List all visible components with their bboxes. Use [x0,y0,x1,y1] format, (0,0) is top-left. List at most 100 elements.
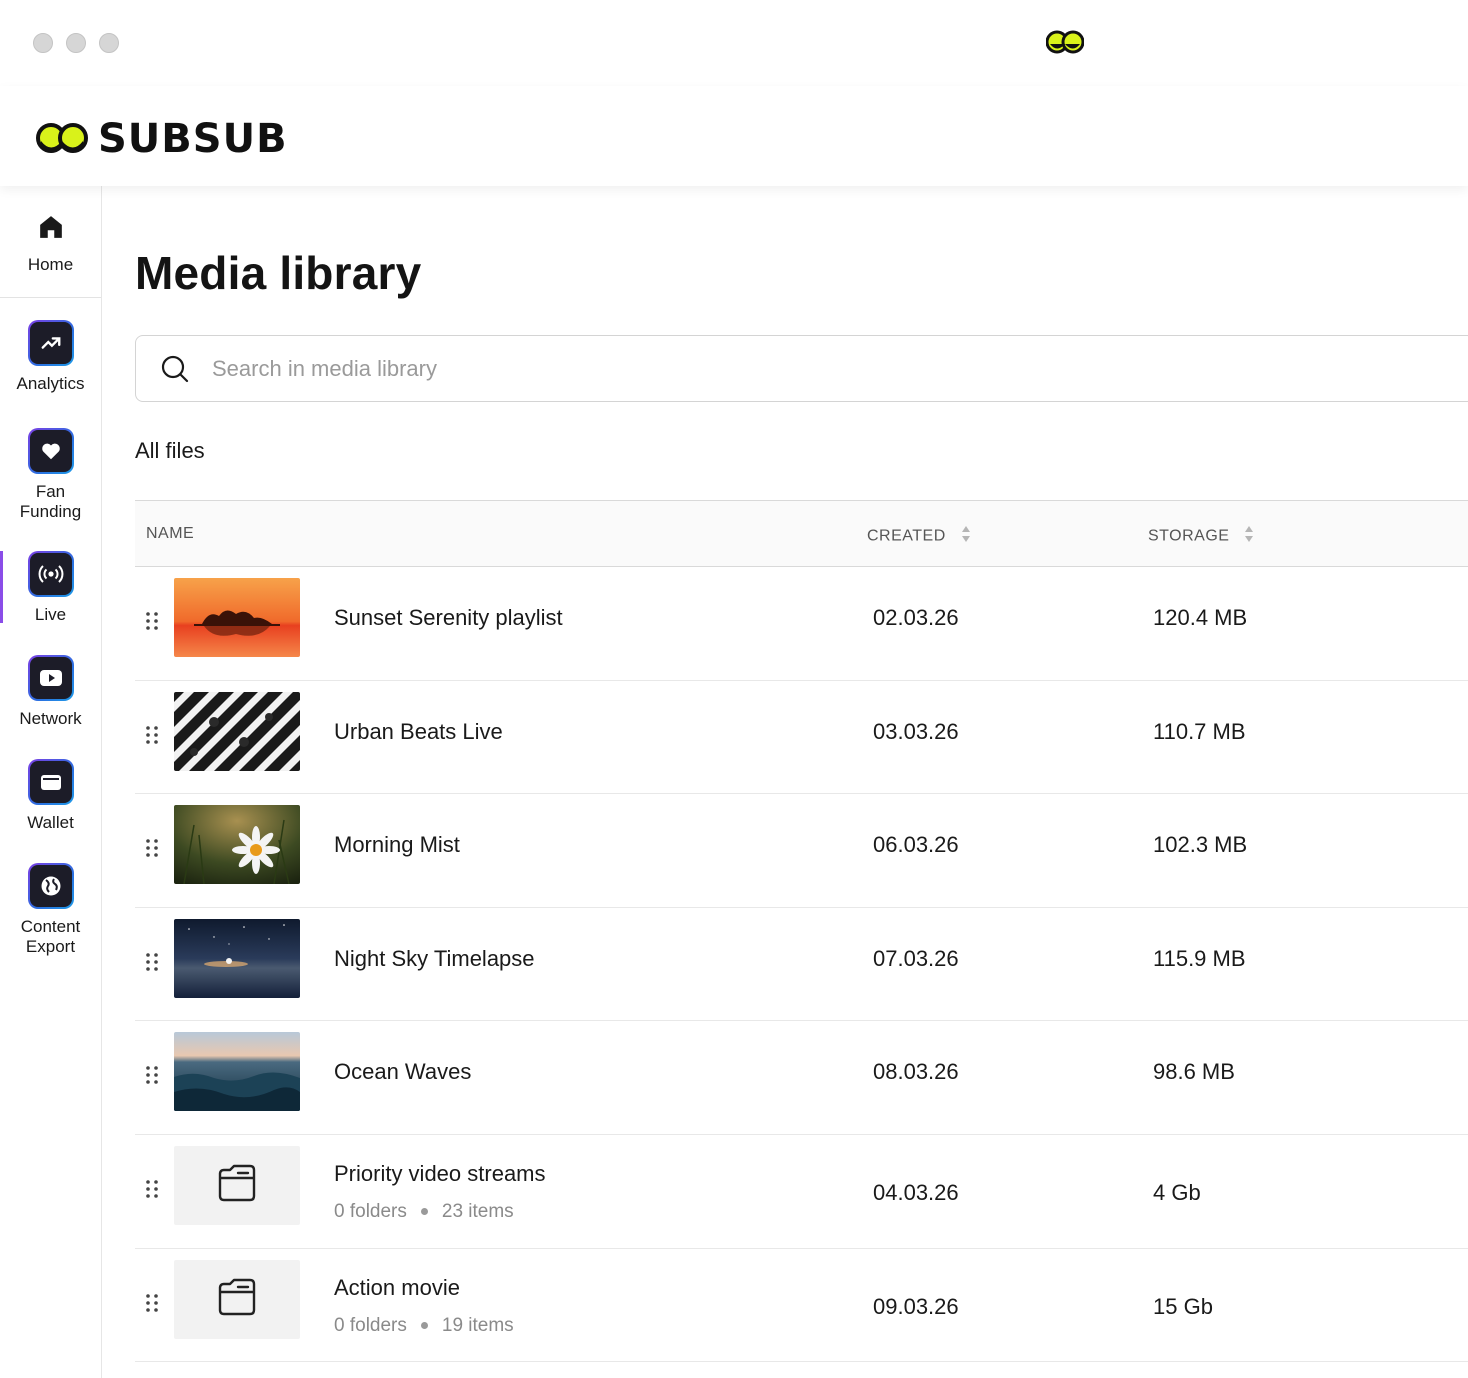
folder-icon [216,1164,258,1207]
sidebar-item-live[interactable]: Live [0,551,101,625]
drag-handle-icon[interactable] [145,725,159,750]
row-created: 03.03.26 [873,718,959,744]
drag-handle-icon[interactable] [145,1179,159,1204]
drag-handle-icon[interactable] [145,1065,159,1090]
row-storage: 15 Gb [1153,1293,1213,1319]
thumbnail-sunset [174,578,300,657]
drag-handle-icon[interactable] [145,611,159,636]
row-name: Ocean Waves [334,1059,472,1085]
column-header-name: NAME [146,525,195,542]
row-created: 08.03.26 [873,1059,959,1085]
thumbnail-crosswalk [174,691,300,771]
row-meta: 0 folders 19 items [334,1315,514,1337]
row-name: Sunset Serenity playlist [334,605,563,630]
brand-logo[interactable]: SUBSUB [36,116,288,162]
thumbnail-daisy [174,805,300,885]
table-row[interactable]: Priority video streams 0 folders 23 items… [135,1135,1468,1249]
sidebar-item-live-label: Live [34,605,67,624]
drag-handle-icon[interactable] [145,1293,159,1318]
brand-logo-mark-icon [36,123,88,153]
table-row[interactable]: Action movie 0 folders 19 items 09.03.26 … [135,1249,1468,1363]
wallet-icon [29,761,72,803]
app-header: SUBSUB [0,86,1468,186]
dot-separator [420,1322,428,1330]
sidebar-item-fan-funding-label-2: Funding [19,502,82,521]
sidebar: Home Analytics Fan Funding Live Network … [0,186,102,1378]
sidebar-item-wallet-label: Wallet [27,813,74,832]
sidebar-item-wallet[interactable]: Wallet [0,759,101,833]
search-icon [160,354,190,389]
row-created: 02.03.26 [873,605,959,630]
table-row[interactable]: Night Sky Timelapse 07.03.26 115.9 MB [135,908,1468,1022]
row-storage: 98.6 MB [1153,1059,1235,1085]
sidebar-item-home-label: Home [27,255,74,274]
column-header-storage-label: STORAGE [1148,527,1230,545]
table-row[interactable]: Sunset Serenity playlist 02.03.26 120.4 … [135,567,1468,681]
sort-icon [1244,525,1254,548]
sidebar-item-content-export[interactable]: Content Export [0,863,101,957]
row-name: Urban Beats Live [334,718,503,744]
row-created: 07.03.26 [873,945,959,971]
sidebar-item-analytics[interactable]: Analytics [0,320,101,394]
broadcast-icon [29,553,72,595]
row-created: 04.03.26 [873,1179,959,1205]
heart-icon [29,430,72,472]
sidebar-item-content-export-label-1: Content [20,917,81,936]
table-header: NAME CREATED STORAGE [135,500,1468,567]
sidebar-item-fan-funding-label-1: Fan [35,482,66,501]
sidebar-item-content-export-label-2: Export [25,937,76,956]
row-storage: 115.9 MB [1153,945,1246,971]
sidebar-item-network[interactable]: Network [0,655,101,729]
app-logo-mark-icon [1045,29,1085,60]
sort-icon [961,525,971,548]
row-name: Action movie [334,1274,460,1300]
row-item-count: 23 items [441,1200,514,1222]
dot-separator [420,1208,428,1216]
table-row[interactable]: Urban Beats Live 03.03.26 110.7 MB [135,681,1468,795]
trending-up-icon [29,322,72,364]
section-title: All files [135,438,205,463]
column-header-created-label: CREATED [867,527,946,545]
sidebar-item-network-label: Network [19,709,82,728]
sidebar-item-fan-funding[interactable]: Fan Funding [0,428,101,522]
search-box[interactable] [135,335,1468,402]
globe-icon [29,865,72,907]
row-created: 06.03.26 [873,832,959,858]
row-storage: 4 Gb [1153,1179,1201,1205]
row-name: Night Sky Timelapse [334,945,535,971]
drag-handle-icon[interactable] [145,952,159,977]
folder-icon [216,1278,258,1321]
row-folder-count: 0 folders [334,1314,407,1336]
row-created: 09.03.26 [873,1293,959,1319]
thumbnail-night-sky [174,918,300,998]
page-title: Media library [135,247,422,299]
column-header-storage[interactable]: STORAGE [1148,525,1254,548]
sidebar-item-analytics-label: Analytics [16,374,85,393]
row-name: Morning Mist [334,832,460,858]
row-storage: 120.4 MB [1153,605,1248,630]
row-storage: 110.7 MB [1153,718,1246,744]
row-item-count: 19 items [441,1314,514,1336]
drag-handle-icon[interactable] [145,838,159,863]
row-storage: 102.3 MB [1153,832,1248,858]
home-icon [38,214,64,245]
table-row[interactable]: Ocean Waves 08.03.26 98.6 MB [135,1021,1468,1135]
column-header-created[interactable]: CREATED [867,525,971,548]
search-input[interactable] [212,351,1212,387]
folder-thumbnail [174,1145,300,1225]
window-minimize-button[interactable] [66,33,86,53]
thumbnail-ocean [174,1032,300,1112]
media-table: NAME CREATED STORAGE Sunset Serenity pla… [135,500,1468,1363]
folder-thumbnail [174,1259,300,1339]
main-content: Media library All files NAME CREATED STO… [135,186,1468,1378]
table-row[interactable]: Morning Mist 06.03.26 102.3 MB [135,794,1468,908]
window-titlebar [0,0,1468,86]
brand-name: SUBSUB [98,116,288,162]
row-name: Priority video streams [334,1160,546,1186]
youtube-icon [29,657,72,699]
sidebar-item-home[interactable]: Home [0,186,101,298]
window-close-button[interactable] [33,33,53,53]
row-meta: 0 folders 23 items [334,1201,514,1223]
window-maximize-button[interactable] [99,33,119,53]
row-folder-count: 0 folders [334,1200,407,1222]
